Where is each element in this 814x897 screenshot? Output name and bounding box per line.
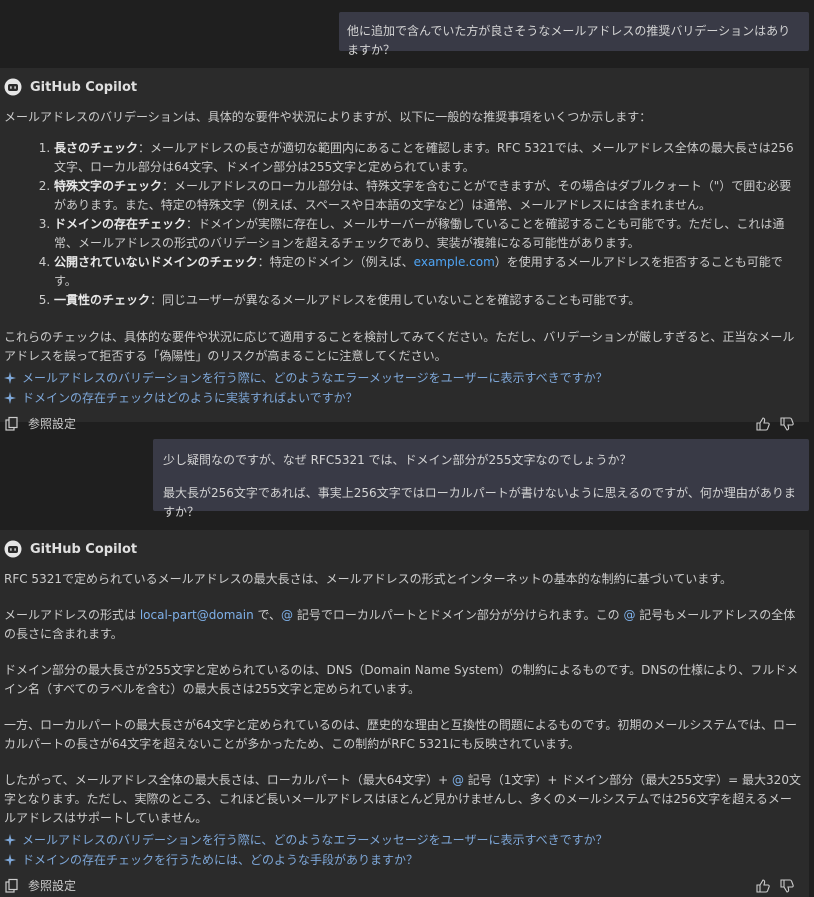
- sparkle-icon: [4, 392, 16, 404]
- user-message-1: 他に追加で含んでいた方が良さそうなメールアドレスの推奨バリデーションはありますか…: [339, 12, 809, 57]
- thumbs-up-icon[interactable]: [755, 416, 771, 432]
- references-button[interactable]: 参照設定: [4, 415, 76, 434]
- user-message-text: 他に追加で含んでいた方が良さそうなメールアドレスの推奨バリデーションはありますか…: [347, 24, 791, 57]
- thumbs-down-icon[interactable]: [779, 878, 795, 894]
- followup-suggestion[interactable]: メールアドレスのバリデーションを行う際に、どのようなエラーメッセージをユーザーに…: [4, 830, 803, 850]
- followup-suggestion[interactable]: メールアドレスのバリデーションを行う際に、どのようなエラーメッセージをユーザーに…: [4, 368, 803, 388]
- response-intro: メールアドレスのバリデーションは、具体的な要件や状況によりますが、以下に一般的な…: [4, 110, 652, 124]
- response-paragraph: RFC 5321で定められているメールアドレスの最大長さは、メールアドレスの形式…: [4, 572, 733, 586]
- inline-code: local-part@domain: [139, 608, 254, 622]
- inline-code: @: [623, 608, 636, 622]
- response-header: GitHub Copilot: [4, 538, 803, 560]
- recommendation-list: 長さのチェック：メールアドレスの長さが適切な範囲内にあることを確認します。RFC…: [4, 139, 803, 310]
- references-icon: [5, 416, 18, 431]
- example-link[interactable]: example.com: [414, 255, 495, 269]
- references-button[interactable]: 参照設定: [4, 877, 76, 896]
- thumbs-down-icon[interactable]: [779, 416, 795, 432]
- copilot-response-1: GitHub Copilot メールアドレスのバリデーションは、具体的な要件や状…: [0, 68, 809, 431]
- list-item: 一貫性のチェック：同じユーザーが異なるメールアドレスを使用していないことを確認す…: [54, 291, 803, 310]
- user-message-text: 少し疑問なのですが、なぜ RFC5321 では、ドメイン部分が255文字なのでし…: [163, 453, 632, 467]
- list-item: 長さのチェック：メールアドレスの長さが適切な範囲内にあることを確認します。RFC…: [54, 139, 803, 177]
- copilot-name: GitHub Copilot: [30, 79, 138, 95]
- user-message-2: 少し疑問なのですが、なぜ RFC5321 では、ドメイン部分が255文字なのでし…: [153, 439, 809, 519]
- references-icon: [5, 878, 18, 893]
- response-header: GitHub Copilot: [4, 76, 803, 98]
- copilot-name: GitHub Copilot: [30, 541, 138, 557]
- inline-code: @: [281, 608, 294, 622]
- copilot-icon: [4, 78, 22, 96]
- sparkle-icon: [4, 834, 16, 846]
- response-paragraph: メールアドレスの形式は local-part@domain で、@ 記号でローカ…: [4, 608, 796, 641]
- response-footer: 参照設定: [4, 876, 803, 896]
- response-footer: 参照設定: [4, 414, 803, 434]
- thumbs-up-icon[interactable]: [755, 878, 771, 894]
- response-paragraph: 一方、ローカルパートの最大長さが64文字と定められているのは、歴史的な理由と互換…: [4, 718, 797, 751]
- list-item: 特殊文字のチェック：メールアドレスのローカル部分は、特殊文字を含むことができます…: [54, 177, 803, 215]
- response-paragraph: したがって、メールアドレス全体の最大長さは、ローカルパート（最大64文字）+ @…: [4, 773, 801, 825]
- sparkle-icon: [4, 854, 16, 866]
- response-outro: これらのチェックは、具体的な要件や状況に応じて適用することを検討してみてください…: [4, 330, 795, 363]
- response-paragraph: ドメイン部分の最大長さが255文字と定められているのは、DNS（Domain N…: [4, 663, 799, 696]
- copilot-icon: [4, 540, 22, 558]
- followup-suggestion[interactable]: ドメインの存在チェックはどのように実装すればよいですか？: [4, 388, 803, 408]
- inline-code: @: [451, 773, 464, 787]
- list-item: ドメインの存在チェック：ドメインが実際に存在し、メールサーバーが稼働していること…: [54, 215, 803, 253]
- user-message-text: 最大長が256文字であれば、事実上256文字ではローカルパートが書けないように思…: [163, 486, 796, 519]
- list-item: 公開されていないドメインのチェック：特定のドメイン（例えば、example.co…: [54, 253, 803, 291]
- followup-suggestion[interactable]: ドメインの存在チェックを行うためには、どのような手段がありますか？: [4, 850, 803, 870]
- copilot-response-2: GitHub Copilot RFC 5321で定められているメールアドレスの最…: [0, 530, 809, 897]
- sparkle-icon: [4, 372, 16, 384]
